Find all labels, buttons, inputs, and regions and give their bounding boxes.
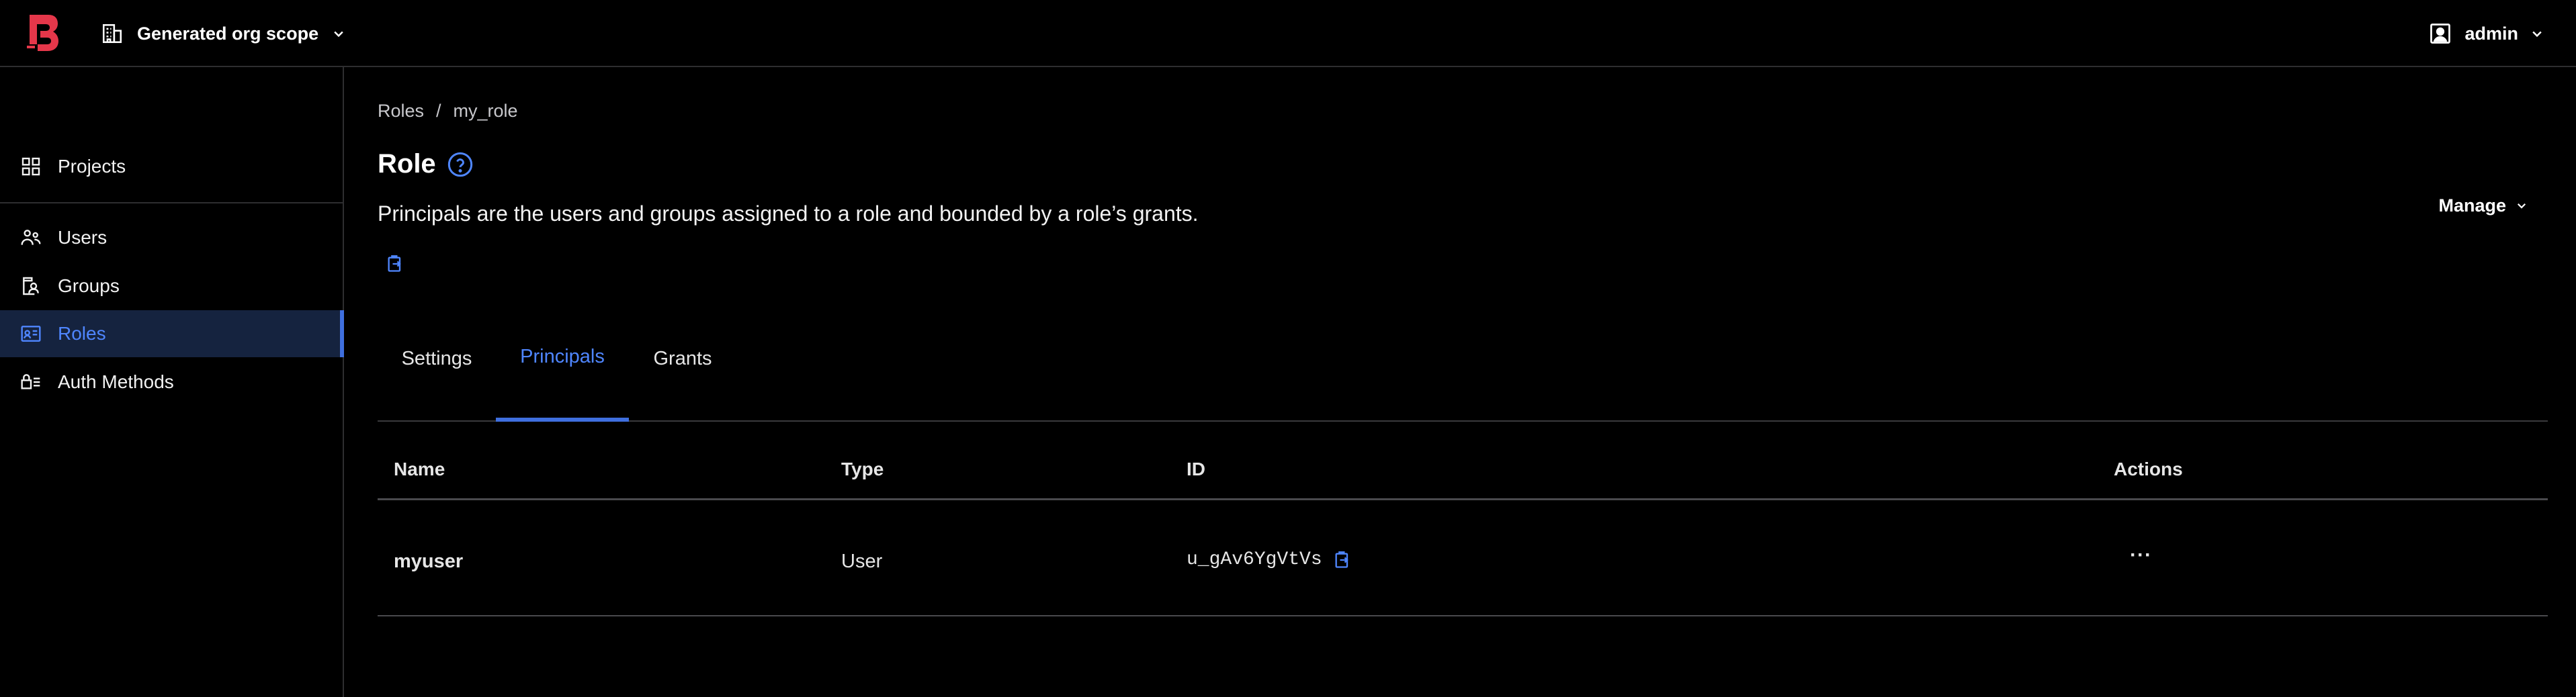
- copy-icon[interactable]: [1333, 550, 1352, 570]
- principal-id-cell: u_gAv6YgVtVs: [1187, 549, 1352, 570]
- roles-icon: [20, 323, 42, 344]
- breadcrumb-current: my_role: [453, 101, 518, 121]
- boundary-logo[interactable]: [26, 13, 62, 52]
- breadcrumb: Roles / my_role: [378, 101, 518, 122]
- table-header: Name Type ID Actions: [378, 433, 2548, 500]
- sidebar-item-label: Users: [58, 227, 108, 248]
- sidebar: Projects Users Groups Roles Auth Methods: [0, 67, 344, 697]
- scope-label: Generated org scope: [137, 23, 319, 44]
- sidebar-item-label: Projects: [58, 156, 126, 177]
- chevron-down-icon: [2516, 199, 2528, 212]
- user-menu-button[interactable]: admin: [2428, 19, 2544, 48]
- column-header-name: Name: [394, 459, 445, 479]
- column-header-actions: Actions: [2114, 459, 2183, 479]
- sidebar-item-projects[interactable]: Projects: [0, 143, 343, 190]
- tab-grants[interactable]: Grants: [629, 295, 736, 422]
- breadcrumb-separator: /: [436, 101, 441, 121]
- tab-principals[interactable]: Principals: [496, 295, 629, 422]
- user-icon: [2428, 21, 2452, 46]
- sidebar-item-label: Groups: [58, 275, 120, 296]
- manage-dropdown-button[interactable]: Manage: [2387, 192, 2548, 219]
- manage-label: Manage: [2438, 195, 2506, 216]
- top-bar: Generated org scope admin: [0, 0, 2576, 67]
- sidebar-divider: [0, 202, 343, 203]
- sidebar-item-groups[interactable]: Groups: [0, 263, 343, 310]
- page-title: Role: [378, 149, 436, 179]
- scope-switcher-button[interactable]: Generated org scope: [101, 19, 345, 48]
- grid-icon: [20, 156, 42, 177]
- table-row: myuser User u_gAv6YgVtVs ···: [378, 502, 2548, 616]
- users-icon: [20, 227, 42, 248]
- help-icon[interactable]: [447, 151, 474, 178]
- tab-settings[interactable]: Settings: [378, 295, 496, 422]
- page-title-row: Role: [378, 149, 474, 179]
- tabs: Settings Principals Grants: [378, 295, 2548, 422]
- column-header-type: Type: [841, 459, 884, 479]
- principal-type: User: [841, 551, 883, 572]
- sidebar-item-auth-methods[interactable]: Auth Methods: [0, 359, 343, 406]
- principal-id: u_gAv6YgVtVs: [1187, 549, 1322, 570]
- breadcrumb-link-roles[interactable]: Roles: [378, 101, 424, 122]
- building-icon: [101, 22, 124, 45]
- principal-name: myuser: [394, 551, 464, 572]
- sidebar-item-roles[interactable]: Roles: [0, 310, 344, 357]
- groups-icon: [20, 275, 42, 297]
- chevron-down-icon: [332, 27, 345, 40]
- sidebar-item-label: Roles: [58, 323, 106, 344]
- chevron-down-icon: [2530, 27, 2544, 40]
- row-actions-menu-button[interactable]: ···: [2130, 544, 2152, 567]
- copy-icon[interactable]: [386, 254, 404, 274]
- sidebar-item-label: Auth Methods: [58, 371, 174, 392]
- sidebar-item-users[interactable]: Users: [0, 214, 343, 261]
- page-description: Principals are the users and groups assi…: [378, 201, 1199, 226]
- column-header-id: ID: [1187, 459, 1205, 479]
- user-label: admin: [2464, 23, 2518, 44]
- auth-methods-icon: [20, 371, 42, 393]
